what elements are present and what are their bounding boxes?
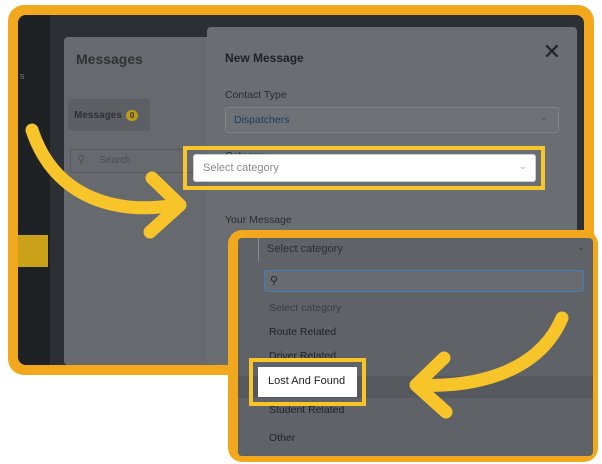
curved-arrow-right-icon (409, 311, 569, 419)
annotation-arrows (25, 123, 569, 419)
curved-arrow-left-icon (25, 123, 187, 239)
